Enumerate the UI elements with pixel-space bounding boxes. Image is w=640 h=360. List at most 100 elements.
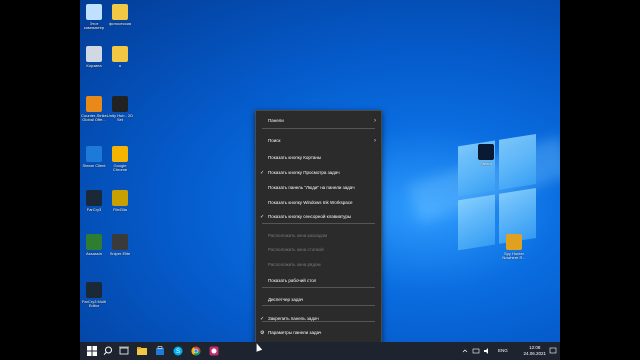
farcry3-icon bbox=[86, 190, 102, 206]
desktop-icon[interactable]: я bbox=[106, 46, 134, 68]
computer-icon bbox=[86, 4, 102, 20]
menu-item[interactable]: Показать кнопку Кортаны bbox=[256, 153, 381, 163]
menu-item[interactable]: ✓ Показать кнопку Просмотра задач bbox=[256, 168, 381, 178]
clock-date: 24.06.2021 bbox=[523, 351, 546, 356]
chrome-icon[interactable] bbox=[190, 345, 202, 357]
desktop-icon-label: фотосессия bbox=[108, 21, 132, 26]
chrome-icon bbox=[112, 146, 128, 162]
desktop-icon[interactable]: FarCry3 Multi Editor bbox=[80, 282, 108, 308]
folder-icon bbox=[112, 4, 128, 20]
unity-icon bbox=[112, 96, 128, 112]
desktop-icon[interactable]: Sniper Elite bbox=[106, 234, 134, 256]
store-icon[interactable] bbox=[154, 345, 166, 357]
menu-item[interactable]: Показать рабочий стол bbox=[256, 276, 381, 286]
desktop-icon[interactable]: Steam bbox=[472, 144, 500, 166]
desktop-icon-label: Spy Hunter Nowhere R... bbox=[502, 251, 526, 260]
check-icon: ✓ bbox=[260, 170, 265, 176]
desktop-icon[interactable]: Counter-Strike Global Offe... bbox=[80, 96, 108, 122]
clock[interactable]: 12:08 24.06.2021 bbox=[523, 345, 546, 357]
menu-item[interactable]: Показать панель "Люди" на панели задач bbox=[256, 183, 381, 193]
search-icon[interactable] bbox=[102, 345, 114, 357]
check-icon: ✓ bbox=[260, 214, 265, 220]
file-explorer-icon[interactable] bbox=[136, 345, 148, 357]
desktop-icon[interactable]: FarCry3 bbox=[80, 190, 108, 212]
network-icon[interactable] bbox=[472, 347, 480, 355]
game-icon[interactable] bbox=[208, 345, 220, 357]
menu-item-label: Показать рабочий стол bbox=[268, 278, 317, 283]
menu-item-label: Диспетчер задач bbox=[268, 297, 304, 302]
menu-separator bbox=[262, 128, 375, 129]
chevron-right-icon: › bbox=[374, 118, 376, 124]
menu-item[interactable]: ✓ Показать кнопку сенсорной клавиатуры bbox=[256, 212, 381, 222]
desktop-icon-label: Sniper Elite bbox=[109, 251, 131, 256]
notifications-icon[interactable] bbox=[549, 347, 557, 355]
svg-text:S: S bbox=[176, 349, 180, 355]
menu-separator bbox=[262, 287, 375, 288]
menu-item-label: Параметры панели задач bbox=[268, 330, 322, 335]
desktop-icon[interactable]: Assassin bbox=[80, 234, 108, 256]
assassin-icon bbox=[86, 234, 102, 250]
taskbar-context-menu: Панели › Поиск › Показать кнопку Кортаны ✓ Пок… bbox=[255, 110, 382, 346]
spy-hunter-icon bbox=[506, 234, 522, 250]
recycle-bin-icon bbox=[86, 46, 102, 62]
menu-item-label: Панели bbox=[268, 118, 284, 123]
desktop-icon[interactable]: Google Chrome bbox=[106, 146, 134, 172]
windows-start-icon[interactable] bbox=[86, 345, 98, 357]
menu-item[interactable]: Показать кнопку Windows Ink Workspace bbox=[256, 198, 381, 208]
desktop-icon-label: Steam bbox=[480, 161, 492, 166]
menu-item-label: Закрепить панель задач bbox=[268, 316, 319, 321]
menu-item[interactable]: Панели › bbox=[256, 116, 381, 126]
menu-item: Расположить окна стопкой bbox=[256, 245, 381, 255]
desktop-icon-label: Этот компьютер bbox=[83, 21, 105, 30]
menu-item[interactable]: ✓ Закрепить панель задач bbox=[256, 314, 381, 324]
desktop-icon[interactable]: Steam Client bbox=[80, 146, 108, 168]
menu-item-label: Показать кнопку Просмотра задач bbox=[268, 170, 340, 175]
menu-item-label: Расположить окна рядом bbox=[268, 262, 321, 267]
skype-icon[interactable]: S bbox=[172, 345, 184, 357]
menu-item[interactable]: Поиск › bbox=[256, 136, 381, 146]
desktop-icon-label: FileZilla bbox=[113, 207, 127, 212]
desktop-icon-label: FarCry3 Multi Editor bbox=[81, 299, 106, 308]
desktop-icon-label: Counter-Strike Global Offe... bbox=[81, 113, 107, 122]
menu-item-label: Поиск bbox=[268, 138, 281, 143]
menu-item[interactable]: Диспетчер задач bbox=[256, 295, 381, 305]
menu-item-label: Показать панель "Люди" на панели задач bbox=[268, 185, 355, 190]
desktop-icon-label: я bbox=[118, 63, 122, 68]
desktop-icon[interactable]: фотосессия bbox=[106, 4, 134, 26]
menu-item[interactable]: ⚙ Параметры панели задач bbox=[256, 328, 381, 338]
desktop-icon[interactable]: Этот компьютер bbox=[80, 4, 108, 30]
steam-icon bbox=[478, 144, 494, 160]
menu-item-label: Показать кнопку сенсорной клавиатуры bbox=[268, 214, 352, 219]
menu-separator bbox=[262, 223, 375, 224]
check-icon: ✓ bbox=[260, 316, 265, 322]
language-indicator[interactable]: ENG bbox=[498, 342, 508, 360]
desktop-icon[interactable]: Корзина bbox=[80, 46, 108, 68]
farcry3-editor-icon bbox=[86, 282, 102, 298]
steam-client-icon bbox=[86, 146, 102, 162]
volume-icon[interactable] bbox=[483, 347, 491, 355]
chevron-right-icon: › bbox=[374, 138, 376, 144]
menu-item-label: Показать кнопку Кортаны bbox=[268, 155, 322, 160]
desktop-icon-label: FarCry3 bbox=[86, 207, 102, 212]
desktop-icon-label: Google Chrome bbox=[112, 163, 128, 172]
desktop-icon-label: Steam Client bbox=[82, 163, 106, 168]
menu-item: Расположить окна рядом bbox=[256, 260, 381, 270]
menu-item-label: Расположить окна каскадом bbox=[268, 233, 328, 238]
desktop-icon-label: Assassin bbox=[85, 251, 102, 256]
desktop-icon[interactable]: Spy Hunter Nowhere R... bbox=[500, 234, 528, 260]
desktop-icon-label: Корзина bbox=[86, 63, 102, 68]
menu-item: Расположить окна каскадом bbox=[256, 231, 381, 241]
menu-item-label: Показать кнопку Windows Ink Workspace bbox=[268, 200, 353, 205]
desktop-icon-label: Unity Hub - 2D Set bbox=[106, 113, 134, 122]
filezilla-icon bbox=[112, 190, 128, 206]
menu-item-label: Расположить окна стопкой bbox=[268, 247, 324, 252]
csgo-icon bbox=[86, 96, 102, 112]
folder-icon bbox=[112, 46, 128, 62]
task-view-icon[interactable] bbox=[118, 345, 130, 357]
menu-separator bbox=[262, 305, 375, 306]
chevron-up-icon[interactable] bbox=[462, 348, 468, 354]
desktop-icon[interactable]: Unity Hub - 2D Set bbox=[106, 96, 134, 122]
taskbar: S ENG 12:08 24.06.2021 bbox=[80, 342, 560, 360]
gear-icon: ⚙ bbox=[260, 330, 265, 336]
desktop-icon[interactable]: FileZilla bbox=[106, 190, 134, 212]
